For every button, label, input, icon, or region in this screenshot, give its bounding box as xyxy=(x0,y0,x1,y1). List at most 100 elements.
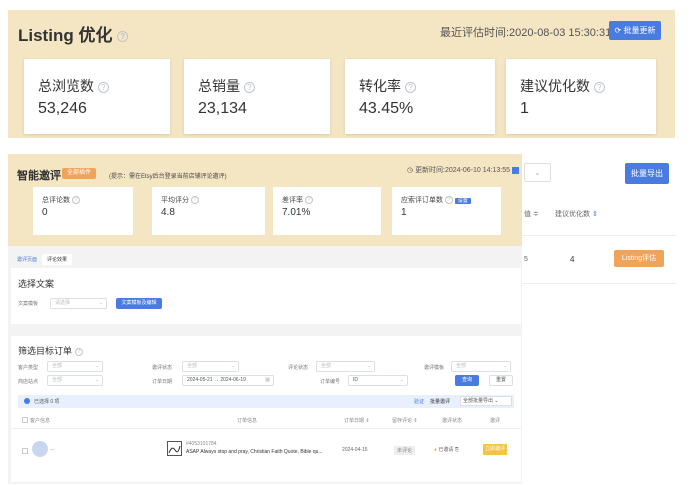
search-button[interactable]: 查询 xyxy=(455,375,479,386)
stat-value: 23,134 xyxy=(198,100,247,117)
chevron-down-icon: ⌄ xyxy=(230,363,235,369)
customer-type-select[interactable]: 全部 ⌄ xyxy=(47,361,103,372)
copy-icon[interactable]: ⎘ xyxy=(455,447,459,453)
column-header-invite: 邀评 xyxy=(490,418,501,424)
clock-icon: ◷ xyxy=(407,167,416,174)
mini-stat-negative-rate: 差评率 ? 7.01% xyxy=(273,187,381,235)
refresh-icon[interactable] xyxy=(511,166,519,174)
selection-bar: 已选择 0 项 验证 批量邀评 全部批量导出 ⌄ xyxy=(18,395,514,408)
section-title: 选择文案 xyxy=(18,279,55,289)
batch-export-select[interactable]: 全部批量导出 ⌄ xyxy=(460,396,512,406)
product-title[interactable]: ASAP Always stop and pray, Christian Fai… xyxy=(186,449,334,455)
batch-invite-button[interactable]: 批量邀评 xyxy=(430,398,450,405)
filter-label-invite-template: 邀评模板 xyxy=(424,365,445,371)
filter-label-order-date: 订单日期 xyxy=(152,379,173,385)
help-icon[interactable]: ? xyxy=(404,81,416,93)
batch-export-button[interactable]: 批量导出 xyxy=(625,163,669,184)
help-icon[interactable]: ? xyxy=(304,196,313,205)
copy-select-section: 选择文案 文案模板 请选择 ⌄ 文案模板及编辑 xyxy=(11,268,521,324)
divider xyxy=(11,428,521,429)
mini-stat-average-rating: 平均评分 ? 4.8 xyxy=(152,187,265,235)
column-header-invite-status: 邀评状态 xyxy=(442,418,463,424)
comment-tag: 未评论 xyxy=(394,446,416,455)
copy-template-edit-button[interactable]: 文案模板及编辑 xyxy=(116,298,162,309)
filter-label-comment-status: 评论状态 xyxy=(288,365,309,371)
smart-review-title: 智能邀评 xyxy=(17,170,61,182)
order-date: 2024-04-15 xyxy=(342,447,368,453)
mini-stat-value: 7.01% xyxy=(282,207,311,218)
avatar xyxy=(32,441,48,457)
site-select[interactable]: 全部 ⌄ xyxy=(47,375,103,386)
sort-icon[interactable]: ⇕ xyxy=(592,211,598,218)
table-cell: 4 xyxy=(570,255,575,264)
stat-value: 53,246 xyxy=(38,100,87,117)
product-thumbnail xyxy=(167,441,182,456)
column-header-partial: 值 ≑ xyxy=(524,211,539,218)
help-icon[interactable]: ? xyxy=(593,81,605,93)
filter-dropdown[interactable]: ⌄ xyxy=(524,163,551,182)
invite-status: ● 已邀请 ⎘ xyxy=(434,447,459,453)
select-all-checkbox[interactable] xyxy=(22,417,28,423)
listing-title: Listing 优化 ? xyxy=(18,21,129,46)
help-icon[interactable]: ? xyxy=(97,81,109,93)
filter-orders-section: 筛选目标订单 ? 客户类型 全部 ⌄ 邀评状态 全部 ⌄ 评论状态 全部 ⌄ 邀评模板… xyxy=(11,336,521,482)
listing-evaluate-button[interactable]: Listing评估 xyxy=(614,250,664,267)
filter-label-review-status: 邀评状态 xyxy=(152,365,173,371)
column-header-order-info: 订单信息 xyxy=(237,418,258,424)
chevron-down-icon: ⌄ xyxy=(98,300,103,306)
mini-stat-value: 0 xyxy=(42,207,48,218)
settings-tag[interactable]: 设置 xyxy=(454,198,471,204)
order-number[interactable]: #4053101784 xyxy=(186,441,217,447)
batch-update-button[interactable]: ⟳ 批量更新 xyxy=(609,21,661,40)
help-icon[interactable]: ? xyxy=(190,196,199,205)
stat-value: 1 xyxy=(520,100,529,117)
review-invite-status-select[interactable]: 全部 ⌄ xyxy=(182,361,239,372)
chevron-down-icon: ⌄ xyxy=(94,363,99,369)
smart-review-tip: (提示：需在Etsy后台登录当前店铺评论邀评) xyxy=(109,174,227,180)
column-header-comment[interactable]: 留存评论 ⇕ xyxy=(392,417,418,424)
tab-review-page[interactable]: 邀评页面 xyxy=(12,254,42,265)
mini-stat-value: 1 xyxy=(401,207,407,218)
row-checkbox[interactable] xyxy=(22,448,28,454)
filter-label-customer-type: 客户类型 xyxy=(18,365,39,371)
plugin-badge[interactable]: 全部插件 xyxy=(62,168,96,179)
listing-title-text: Listing 优化 xyxy=(18,26,113,45)
image-placeholder-icon xyxy=(168,445,181,454)
chevron-down-icon: ⌄ xyxy=(94,377,99,383)
order-date-range[interactable]: 2024-05-21 → 2024-06-19 ▦ xyxy=(182,375,274,386)
stat-card-conversion: 转化率 ? 43.45% xyxy=(345,59,495,134)
order-id-select[interactable]: ID ⌄ xyxy=(348,375,408,386)
verify-link[interactable]: 验证 xyxy=(414,398,424,405)
stat-card-sales: 总销量 ? 23,134 xyxy=(184,59,330,134)
section-title: 筛选目标订单 ? xyxy=(18,344,83,357)
stat-value: 43.45% xyxy=(359,100,414,117)
help-icon[interactable]: ? xyxy=(117,31,129,43)
invite-now-button[interactable]: 立即邀评 xyxy=(483,444,507,455)
help-icon[interactable]: ? xyxy=(74,347,83,356)
stat-card-views: 总浏览数 ? 53,246 xyxy=(24,59,170,134)
field-label: 文案模板 xyxy=(18,301,39,307)
tab-review-effect[interactable]: 评论效果 xyxy=(42,254,73,265)
reset-button[interactable]: 重置 xyxy=(489,375,513,386)
copy-template-select[interactable]: 请选择 ⌄ xyxy=(50,298,107,309)
info-icon xyxy=(24,398,30,404)
status-dot: ● xyxy=(434,447,438,453)
chevron-down-icon: ⌄ xyxy=(366,363,371,369)
help-icon[interactable]: ? xyxy=(71,196,80,205)
table-header xyxy=(522,192,676,236)
comment-status-select[interactable]: 全部 ⌄ xyxy=(316,361,375,372)
chevron-down-icon: ⌄ xyxy=(399,377,404,383)
selected-count: 已选择 0 项 xyxy=(34,399,60,405)
column-header-suggest[interactable]: 建议优化数 ⇕ xyxy=(555,209,598,219)
filter-label-site: 商店站点 xyxy=(18,379,39,385)
mini-stat-value: 4.8 xyxy=(161,207,175,218)
update-time: ◷ 更新时间:2024-06-10 14:13:55 xyxy=(407,165,519,175)
calendar-icon: ▦ xyxy=(265,377,270,383)
column-header-order-date[interactable]: 订单日期 ⇕ xyxy=(344,417,370,424)
last-evaluation-time: 最近评估时间:2020-08-03 15:30:31 xyxy=(440,27,612,39)
help-icon[interactable]: ? xyxy=(243,81,255,93)
mini-stat-orders-to-review: 应索评订单数 ? 设置 1 xyxy=(392,187,501,235)
filter-label-order-no: 订单编号 xyxy=(320,379,341,385)
invite-template-select[interactable]: 全部 ⌄ xyxy=(451,361,511,372)
help-icon[interactable]: ? xyxy=(444,196,453,205)
